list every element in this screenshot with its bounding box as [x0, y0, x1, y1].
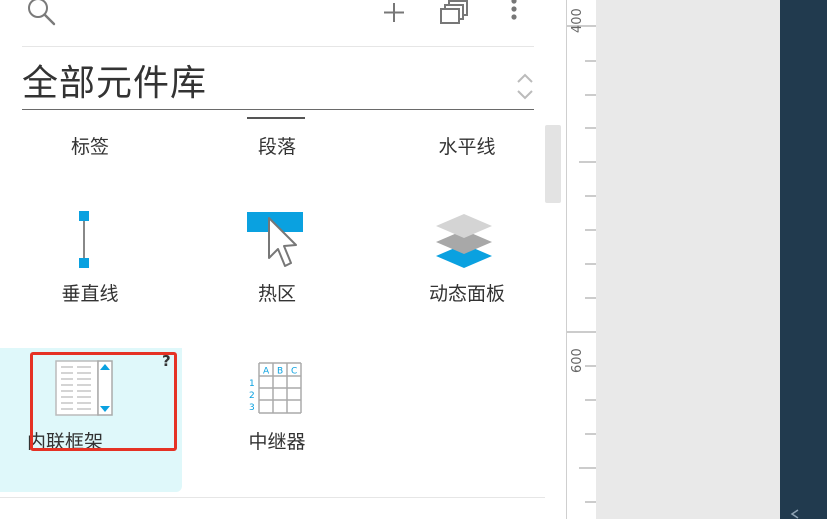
widget-dynamic-panel-text: 动态面板	[428, 283, 505, 305]
ruler-label-600: 600	[570, 348, 585, 373]
ruler-label-400: 400	[570, 8, 585, 33]
library-scrollbar-thumb[interactable]	[545, 125, 561, 203]
widget-paragraph[interactable]: 段落	[187, 112, 367, 182]
hotspot-icon	[247, 212, 303, 267]
widget-hotspot-text: 热区	[257, 283, 296, 305]
plus-icon[interactable]	[381, 0, 407, 26]
widget-dynamic-panel[interactable]: 动态面板	[377, 198, 557, 338]
widget-paragraph-text: 段落	[257, 136, 296, 158]
ruler-ticks	[567, 25, 596, 503]
widget-vertical-line[interactable]: 垂直线	[0, 198, 180, 338]
library-select-value: 全部元件库	[22, 63, 208, 104]
widget-label-text: 标签	[70, 136, 109, 158]
select-toggle-icon[interactable]	[516, 72, 534, 102]
widget-repeater-text: 中继器	[248, 431, 306, 453]
stacked-windows-icon[interactable]	[440, 0, 470, 26]
inline-frame-icon	[55, 360, 113, 416]
widget-hotspot[interactable]: 热区	[187, 198, 367, 338]
right-dark-panel	[780, 0, 827, 519]
widget-vertical-line-text: 垂直线	[61, 283, 119, 305]
search-icon[interactable]	[26, 0, 58, 28]
repeater-header-a: A	[263, 367, 270, 377]
dynamic-panel-icon	[436, 214, 492, 268]
header-divider	[22, 46, 534, 47]
library-select[interactable]: 全部元件库	[22, 58, 534, 110]
widget-horizontal-line[interactable]: 水平线	[377, 112, 557, 182]
repeater-row-2: 2	[249, 391, 255, 401]
widget-horizontal-line-text: 水平线	[438, 136, 496, 158]
repeater-header-c: C	[291, 367, 297, 377]
vertical-ruler: 400 600	[566, 0, 596, 519]
widget-inline-frame[interactable]: 内联框架	[0, 348, 182, 492]
widget-repeater[interactable]: A B C 1 2 3 中继器	[187, 348, 367, 488]
widget-inline-frame-text: 内联框架	[26, 431, 103, 453]
help-icon[interactable]: ?	[162, 352, 171, 370]
design-canvas[interactable]	[596, 0, 780, 519]
repeater-row-3: 3	[249, 403, 255, 413]
repeater-header-b: B	[277, 367, 283, 377]
vertical-line-icon	[79, 211, 89, 268]
repeater-icon: A B C 1 2 3	[249, 362, 302, 414]
bottom-divider	[0, 497, 545, 498]
repeater-row-1: 1	[249, 379, 255, 389]
widget-library-panel: 全部元件库 标签 段落 水平线 垂直线 热区 动态面板 内联框架 ? A B C…	[0, 0, 566, 519]
corner-arrow-icon	[790, 509, 799, 519]
more-vertical-icon[interactable]	[508, 0, 520, 24]
widget-label[interactable]: 标签	[0, 112, 180, 182]
paragraph-icon	[247, 117, 305, 119]
